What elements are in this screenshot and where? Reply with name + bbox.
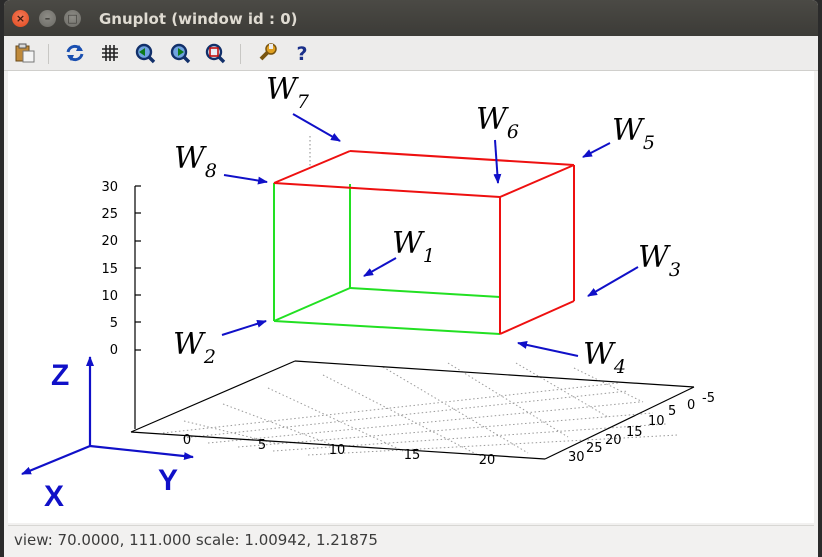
y-tick-label: 10 bbox=[329, 443, 346, 458]
window-title: Gnuplot (window id : 0) bbox=[99, 10, 298, 28]
x-axis-label: X bbox=[44, 480, 64, 513]
replot-icon[interactable] bbox=[64, 42, 86, 64]
plot-canvas: 30 25 20 15 10 5 0 0 5 10 15 20 -5 0 5 1… bbox=[21, 72, 715, 513]
autoscale-icon[interactable] bbox=[204, 42, 226, 64]
label-w4: W4 bbox=[583, 337, 626, 378]
z-tick-label: 0 bbox=[110, 343, 118, 358]
x-tick-label: 25 bbox=[586, 441, 603, 456]
help-glyph: ? bbox=[296, 43, 307, 64]
zoom-previous-icon[interactable] bbox=[134, 42, 156, 64]
help-icon[interactable]: ? bbox=[291, 42, 313, 64]
maximize-button[interactable]: □ bbox=[64, 10, 81, 27]
minimize-button[interactable]: – bbox=[39, 10, 56, 27]
status-text: view: 70.0000, 111.000 scale: 1.00942, 1… bbox=[14, 531, 378, 549]
x-tick-label: 15 bbox=[626, 425, 643, 440]
z-tick-labels: 30 25 20 15 10 5 0 bbox=[101, 180, 118, 358]
x-tick-label: 20 bbox=[605, 433, 622, 448]
label-w2: W2 bbox=[173, 327, 216, 368]
x-tick-labels: -5 0 5 10 15 20 25 30 bbox=[568, 391, 715, 465]
plot-area[interactable]: 30 25 20 15 10 5 0 0 5 10 15 20 -5 0 5 1… bbox=[8, 71, 814, 523]
status-bar: view: 70.0000, 111.000 scale: 1.00942, 1… bbox=[8, 525, 814, 553]
w-labels: W1 W2 W3 W4 W5 W6 W7 W8 bbox=[173, 72, 681, 378]
y-tick-label: 15 bbox=[404, 448, 421, 463]
box-green-edges bbox=[273, 183, 501, 335]
toolbar-separator bbox=[48, 44, 49, 64]
grid-icon[interactable] bbox=[99, 42, 121, 64]
label-w6: W6 bbox=[476, 102, 519, 143]
axis-triad bbox=[21, 356, 194, 476]
clipboard-icon[interactable] bbox=[14, 42, 36, 64]
z-axis bbox=[134, 185, 141, 429]
y-axis-label: Y bbox=[158, 464, 178, 497]
x-tick-label: 10 bbox=[648, 414, 665, 429]
label-w1: W1 bbox=[392, 226, 435, 267]
z-tick-label: 20 bbox=[101, 234, 118, 249]
zoom-next-icon[interactable] bbox=[169, 42, 191, 64]
annotation-arrows bbox=[221, 113, 639, 357]
x-tick-label: 5 bbox=[668, 404, 676, 419]
z-tick-label: 30 bbox=[101, 180, 118, 195]
z-tick-label: 10 bbox=[101, 289, 118, 304]
y-tick-label: 20 bbox=[479, 453, 496, 468]
label-w5: W5 bbox=[612, 113, 655, 154]
x-tick-label: 30 bbox=[568, 450, 585, 465]
z-tick-label: 5 bbox=[110, 316, 118, 331]
title-bar[interactable]: × – □ Gnuplot (window id : 0) bbox=[4, 0, 818, 36]
y-tick-label: 5 bbox=[258, 438, 266, 453]
toolbar: ? bbox=[4, 36, 818, 71]
z-tick-label: 25 bbox=[101, 207, 118, 222]
box-red-edges bbox=[273, 150, 575, 335]
label-w7: W7 bbox=[266, 72, 310, 113]
y-tick-label: 0 bbox=[183, 433, 191, 448]
settings-icon[interactable] bbox=[256, 42, 278, 64]
close-button[interactable]: × bbox=[12, 10, 29, 27]
x-tick-label: -5 bbox=[702, 391, 715, 406]
z-tick-label: 15 bbox=[101, 262, 118, 277]
toolbar-separator bbox=[240, 44, 241, 64]
z-axis-label: Z bbox=[51, 359, 69, 392]
gnuplot-window: × – □ Gnuplot (window id : 0) ? 30 25 20… bbox=[4, 0, 818, 557]
label-w8: W8 bbox=[174, 141, 217, 182]
x-tick-label: 0 bbox=[687, 398, 695, 413]
label-w3: W3 bbox=[638, 240, 681, 281]
